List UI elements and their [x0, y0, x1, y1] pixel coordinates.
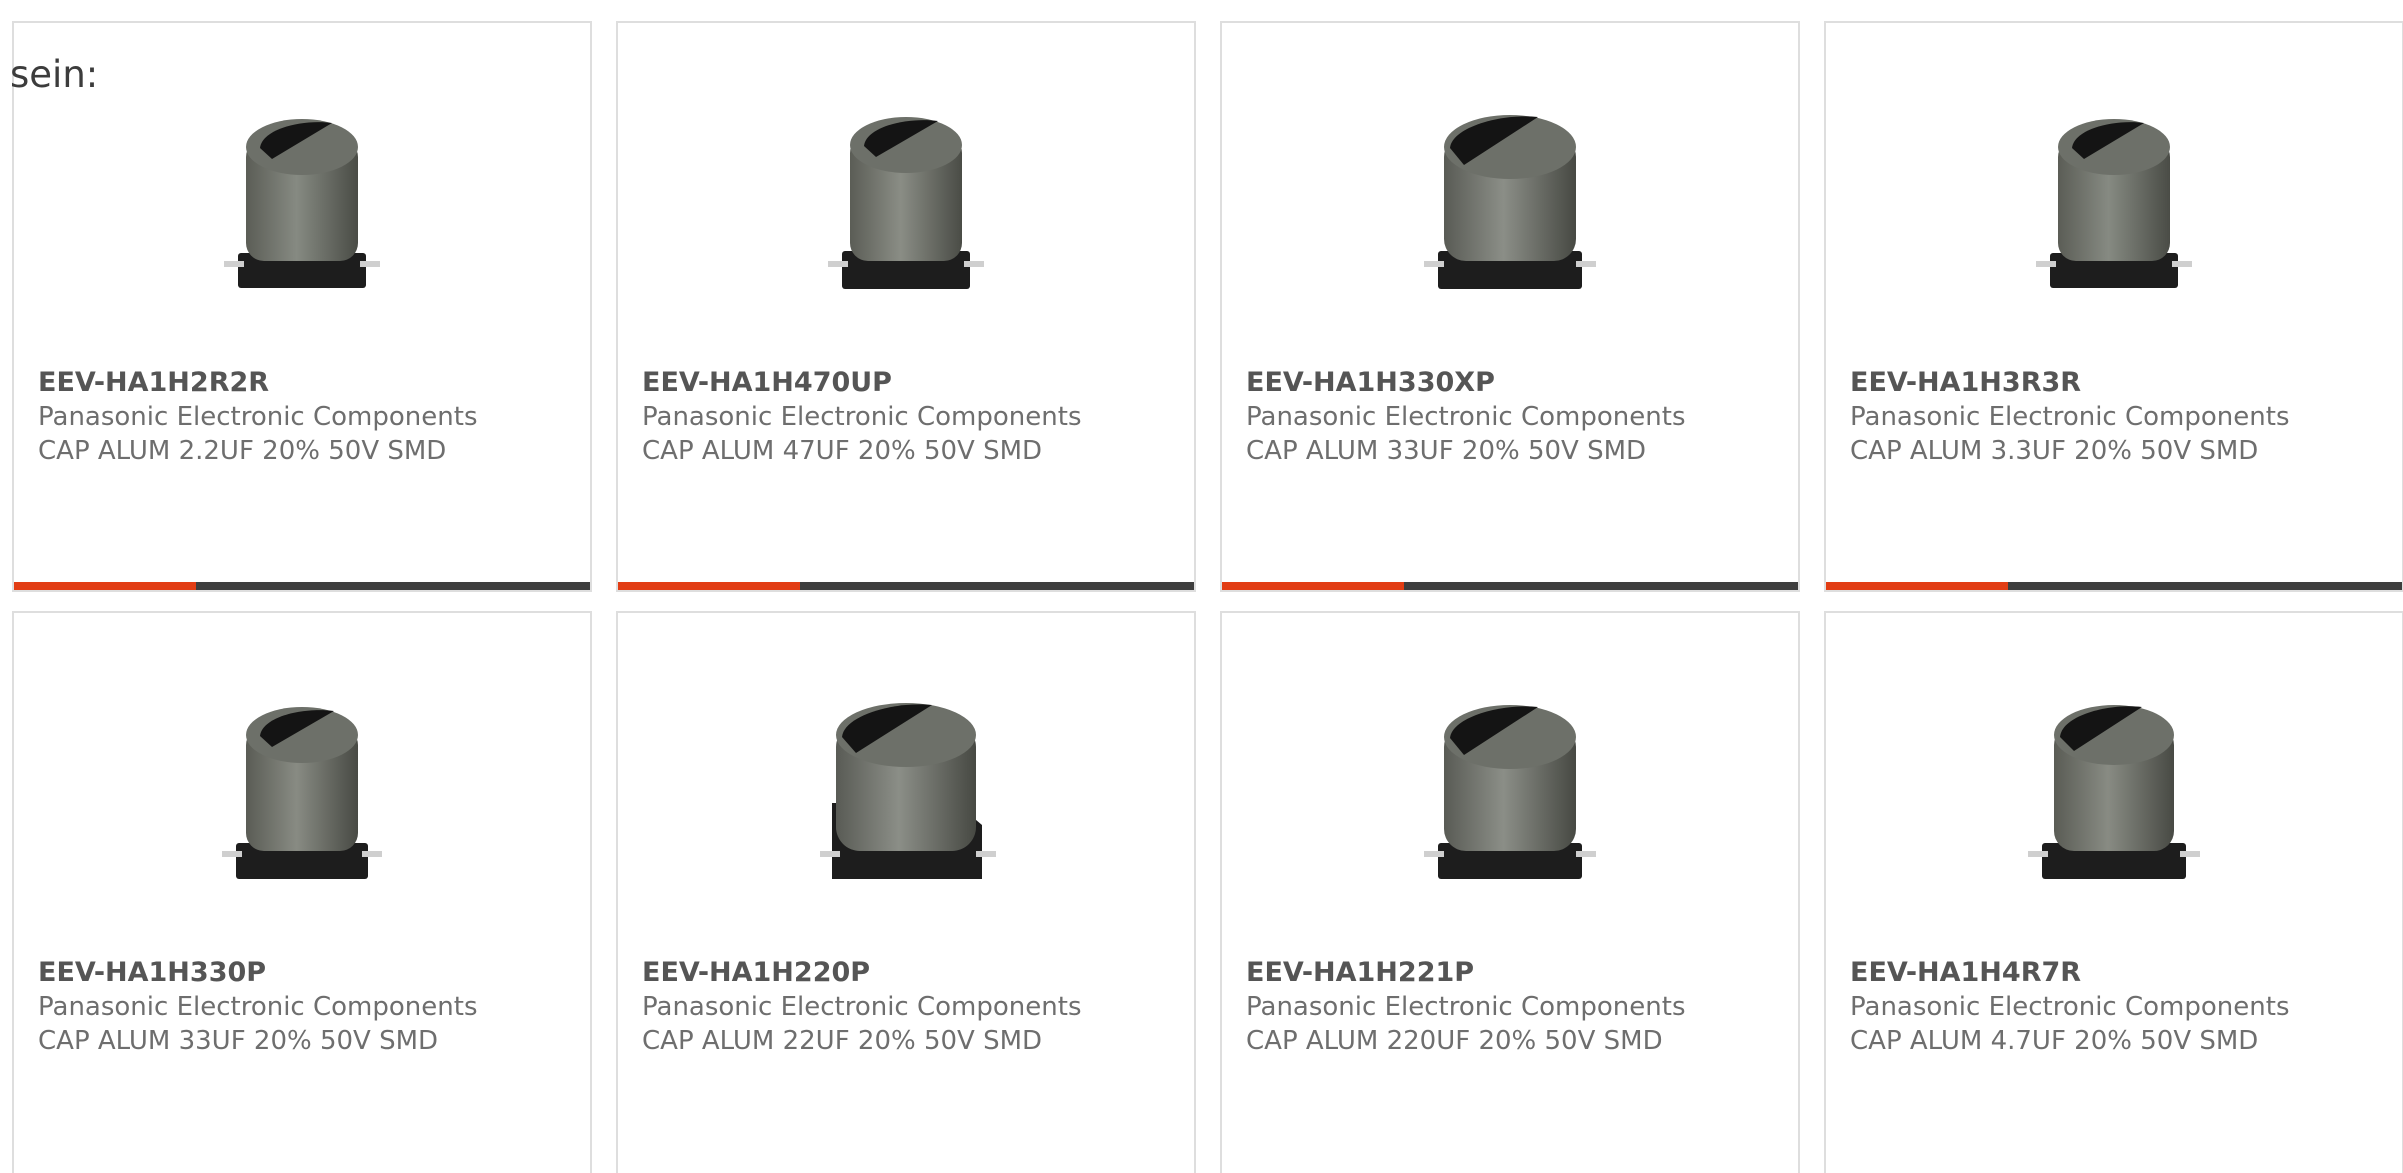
product-text: EEV-HA1H330P Panasonic Electronic Compon… [38, 956, 580, 1058]
smd-capacitor-image[interactable] [1410, 683, 1610, 883]
manufacturer: Panasonic Electronic Components [642, 402, 1082, 432]
manufacturer: Panasonic Electronic Components [38, 992, 478, 1022]
smd-capacitor-image[interactable] [2014, 93, 2214, 293]
product-text: EEV-HA1H220P Panasonic Electronic Compon… [642, 956, 1184, 1058]
manufacturer: Panasonic Electronic Components [1850, 402, 2290, 432]
smd-capacitor-image[interactable] [202, 683, 402, 883]
manufacturer: Panasonic Electronic Components [1850, 992, 2290, 1022]
product-card[interactable]: EEV-HA1H470UP Panasonic Electronic Compo… [616, 21, 1196, 592]
part-number[interactable]: EEV-HA1H221P [1246, 956, 1788, 990]
smd-capacitor-image[interactable] [2014, 683, 2214, 883]
part-number[interactable]: EEV-HA1H220P [642, 956, 1184, 990]
product-card[interactable]: EEV-HA1H330XP Panasonic Electronic Compo… [1220, 21, 1800, 592]
card-accent-bar [618, 582, 800, 590]
card-accent-bar [1826, 582, 2008, 590]
product-card[interactable]: EEV-HA1H2R2R Panasonic Electronic Compon… [12, 21, 592, 592]
description: CAP ALUM 220UF 20% 50V SMD [1246, 1026, 1663, 1056]
manufacturer: Panasonic Electronic Components [1246, 402, 1686, 432]
manufacturer: Panasonic Electronic Components [642, 992, 1082, 1022]
description: CAP ALUM 3.3UF 20% 50V SMD [1850, 436, 2259, 466]
smd-capacitor-image[interactable] [202, 93, 402, 293]
product-card[interactable]: EEV-HA1H221P Panasonic Electronic Compon… [1220, 611, 1800, 1173]
product-card[interactable]: EEV-HA1H330P Panasonic Electronic Compon… [12, 611, 592, 1173]
product-text: EEV-HA1H2R2R Panasonic Electronic Compon… [38, 366, 580, 468]
description: CAP ALUM 33UF 20% 50V SMD [1246, 436, 1647, 466]
part-number[interactable]: EEV-HA1H470UP [642, 366, 1184, 400]
card-accent-bar [14, 582, 196, 590]
description: CAP ALUM 4.7UF 20% 50V SMD [1850, 1026, 2259, 1056]
product-text: EEV-HA1H3R3R Panasonic Electronic Compon… [1850, 366, 2392, 468]
card-bottom-bar [1222, 582, 1798, 590]
product-card[interactable]: EEV-HA1H4R7R Panasonic Electronic Compon… [1824, 611, 2403, 1173]
description: CAP ALUM 47UF 20% 50V SMD [642, 436, 1043, 466]
card-bottom-bar [1826, 582, 2402, 590]
product-text: EEV-HA1H470UP Panasonic Electronic Compo… [642, 366, 1184, 468]
smd-capacitor-image[interactable] [806, 683, 1006, 883]
part-number[interactable]: EEV-HA1H330XP [1246, 366, 1788, 400]
description: CAP ALUM 2.2UF 20% 50V SMD [38, 436, 447, 466]
description: CAP ALUM 22UF 20% 50V SMD [642, 1026, 1043, 1056]
part-number[interactable]: EEV-HA1H4R7R [1850, 956, 2392, 990]
description: CAP ALUM 33UF 20% 50V SMD [38, 1026, 439, 1056]
product-text: EEV-HA1H4R7R Panasonic Electronic Compon… [1850, 956, 2392, 1058]
card-bottom-bar [14, 582, 590, 590]
part-number[interactable]: EEV-HA1H2R2R [38, 366, 580, 400]
smd-capacitor-image[interactable] [1410, 93, 1610, 293]
product-card[interactable]: EEV-HA1H220P Panasonic Electronic Compon… [616, 611, 1196, 1173]
card-bottom-bar [618, 582, 1194, 590]
manufacturer: Panasonic Electronic Components [1246, 992, 1686, 1022]
manufacturer: Panasonic Electronic Components [38, 402, 478, 432]
part-number[interactable]: EEV-HA1H3R3R [1850, 366, 2392, 400]
product-card[interactable]: EEV-HA1H3R3R Panasonic Electronic Compon… [1824, 21, 2403, 592]
part-number[interactable]: EEV-HA1H330P [38, 956, 580, 990]
product-grid-page: sein: EEV-HA1H2R2R Panasonic Electronic … [0, 0, 2403, 1173]
smd-capacitor-image[interactable] [806, 93, 1006, 293]
card-accent-bar [1222, 582, 1404, 590]
product-grid: EEV-HA1H2R2R Panasonic Electronic Compon… [12, 21, 2403, 1173]
intro-text: sein: [10, 53, 99, 96]
product-text: EEV-HA1H221P Panasonic Electronic Compon… [1246, 956, 1788, 1058]
product-text: EEV-HA1H330XP Panasonic Electronic Compo… [1246, 366, 1788, 468]
